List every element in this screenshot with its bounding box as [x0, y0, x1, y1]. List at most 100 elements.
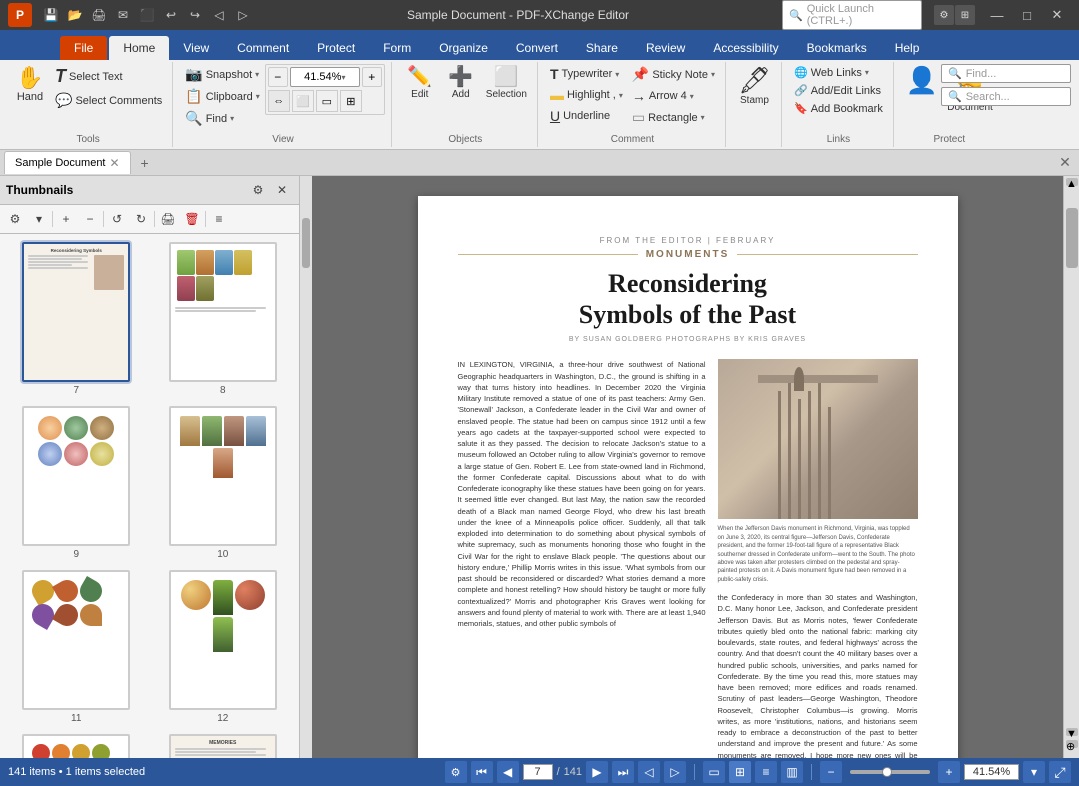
- nav-back-btn[interactable]: ◁: [638, 761, 660, 783]
- left-scrollbar-thumb[interactable]: [302, 218, 310, 268]
- zoom-slider-thumb[interactable]: [882, 767, 892, 777]
- right-scrollbar-track[interactable]: ▲ ▼ ⊕: [1063, 176, 1079, 758]
- select-comments-btn[interactable]: 💬 Select Comments: [51, 90, 166, 111]
- add-edit-links-btn[interactable]: 🔗 Add/Edit Links: [790, 82, 887, 99]
- left-scrollbar-track[interactable]: [300, 176, 312, 758]
- find-input[interactable]: 🔍 Find...: [941, 64, 1071, 83]
- expand-btn[interactable]: ⤢: [1049, 761, 1071, 783]
- pdf-viewport[interactable]: FROM THE EDITOR | FEBRUARY MONUMENTS Rec…: [300, 176, 1063, 758]
- tab-home[interactable]: Home: [109, 36, 169, 60]
- thumb-rotate-ccw-btn[interactable]: ↺: [106, 208, 128, 230]
- zoom-input-display[interactable]: 41.54%▾: [290, 67, 360, 87]
- selection-btn[interactable]: ⬜ Selection: [482, 64, 531, 103]
- new-tab-btn[interactable]: +: [135, 153, 155, 173]
- scroll-up-arrow[interactable]: ▲: [1066, 178, 1078, 186]
- tab-share[interactable]: Share: [572, 36, 632, 60]
- thumb-zoom-out-btn[interactable]: −: [79, 208, 101, 230]
- close-all-tabs-btn[interactable]: ✕: [1055, 153, 1075, 173]
- zoom-dd-btn[interactable]: ▾: [1023, 761, 1045, 783]
- find-btn[interactable]: 🔍 Find ▾: [181, 108, 264, 129]
- zoom-in-btn[interactable]: +: [362, 67, 382, 87]
- page-number-input[interactable]: [523, 764, 553, 780]
- thumb-page-13[interactable]: 13: [8, 734, 145, 758]
- tab-file[interactable]: File: [60, 36, 107, 60]
- open-quick-btn[interactable]: 📂: [64, 4, 86, 26]
- scroll-down-arrow[interactable]: ▼: [1066, 728, 1078, 736]
- tab-form[interactable]: Form: [369, 36, 425, 60]
- stamp-btn[interactable]: 🖋 Stamp: [734, 64, 775, 134]
- thumb-rotate-cw-btn[interactable]: ↻: [130, 208, 152, 230]
- convert-quick-btn[interactable]: ⬛: [136, 4, 158, 26]
- tab-help[interactable]: Help: [881, 36, 934, 60]
- fit-page-btn[interactable]: ⬜: [292, 90, 314, 112]
- maximize-btn[interactable]: □: [1013, 4, 1041, 26]
- zoom-slider[interactable]: [850, 770, 930, 774]
- zoom-in-status-btn[interactable]: +: [938, 761, 960, 783]
- clipboard-btn[interactable]: 📋 Clipboard ▾: [181, 86, 264, 107]
- minimize-btn[interactable]: —: [983, 4, 1011, 26]
- arrow-btn[interactable]: → Arrow 4 ▾: [628, 86, 719, 106]
- app-settings-btn[interactable]: ⚙: [934, 5, 954, 25]
- close-btn[interactable]: ✕: [1043, 4, 1071, 26]
- tab-review[interactable]: Review: [632, 36, 699, 60]
- highlight-btn[interactable]: ▬ Highlight , ▾: [546, 85, 627, 105]
- tab-convert[interactable]: Convert: [502, 36, 572, 60]
- layout-btn[interactable]: ⊞: [955, 5, 975, 25]
- thumb-more-btn[interactable]: ≡: [208, 208, 230, 230]
- thumb-page-10[interactable]: 10: [155, 406, 292, 560]
- nav-prev-btn[interactable]: ◀: [497, 761, 519, 783]
- snapshot-btn[interactable]: 📷 Snapshot ▾: [181, 64, 264, 85]
- edit-btn[interactable]: ✏️ Edit: [400, 64, 440, 103]
- view-double-btn[interactable]: ⊞: [729, 761, 751, 783]
- view-single-btn[interactable]: ▭: [703, 761, 725, 783]
- tab-organize[interactable]: Organize: [425, 36, 502, 60]
- web-links-btn[interactable]: 🌐 Web Links ▾: [790, 64, 887, 81]
- tab-view[interactable]: View: [169, 36, 223, 60]
- thumbpanel-options-btn[interactable]: ⚙: [247, 179, 269, 201]
- doc-tab-sample[interactable]: Sample Document ✕: [4, 151, 131, 174]
- back-nav-btn[interactable]: ◁: [208, 4, 230, 26]
- thumb-dd-btn[interactable]: ▾: [28, 208, 50, 230]
- search-input[interactable]: 🔍 Search...: [941, 87, 1071, 106]
- typewriter-btn[interactable]: T Typewriter ▾: [546, 64, 627, 84]
- email-quick-btn[interactable]: ✉: [112, 4, 134, 26]
- print-quick-btn[interactable]: 🖨: [88, 4, 110, 26]
- thumb-delete-btn[interactable]: 🗑: [181, 208, 203, 230]
- doc-tab-close[interactable]: ✕: [110, 156, 120, 170]
- thumb-zoom-in-btn[interactable]: +: [55, 208, 77, 230]
- thumb-page-9[interactable]: 9: [8, 406, 145, 560]
- zoom-out-status-btn[interactable]: −: [820, 761, 842, 783]
- thumb-page-12[interactable]: 12: [155, 570, 292, 724]
- rectangle-btn[interactable]: ▭ Rectangle ▾: [628, 107, 719, 128]
- add-bookmark-btn[interactable]: 🔖 Add Bookmark: [790, 100, 887, 117]
- tab-bookmarks[interactable]: Bookmarks: [793, 36, 881, 60]
- tab-comment[interactable]: Comment: [223, 36, 303, 60]
- nav-settings-btn[interactable]: ⚙: [445, 761, 467, 783]
- thumb-print-btn[interactable]: 🖨: [157, 208, 179, 230]
- save-quick-btn[interactable]: 💾: [40, 4, 62, 26]
- tab-accessibility[interactable]: Accessibility: [699, 36, 792, 60]
- zoom-level-input[interactable]: [964, 764, 1019, 780]
- thumb-page-11[interactable]: 11: [8, 570, 145, 724]
- select-text-btn[interactable]: T Select Text: [51, 64, 166, 89]
- nav-last-btn[interactable]: ⏭: [612, 761, 634, 783]
- nav-first-btn[interactable]: ⏮: [471, 761, 493, 783]
- single-page-btn[interactable]: ▭: [316, 90, 338, 112]
- stickynote-btn[interactable]: 📌 Sticky Note ▾: [628, 64, 719, 85]
- hand-tool-btn[interactable]: ✋ Hand: [10, 64, 50, 134]
- identity-btn[interactable]: 👤: [902, 64, 942, 134]
- zoom-out-btn[interactable]: −: [268, 67, 288, 87]
- double-page-btn[interactable]: ⊞: [340, 90, 362, 112]
- quick-launch-search[interactable]: 🔍 Quick Launch (CTRL+.): [782, 0, 922, 30]
- fit-width-btn[interactable]: ⇔: [268, 90, 290, 112]
- thumb-page-14[interactable]: MEMORIES 14: [155, 734, 292, 758]
- fwd-nav-btn[interactable]: ▷: [232, 4, 254, 26]
- view-scroll-btn[interactable]: ≡: [755, 761, 777, 783]
- view-facing-btn[interactable]: ▥: [781, 761, 803, 783]
- redo-btn[interactable]: ↪: [184, 4, 206, 26]
- nav-fwd-btn[interactable]: ▷: [664, 761, 686, 783]
- undo-btn[interactable]: ↩: [160, 4, 182, 26]
- thumb-page-8[interactable]: 8: [155, 242, 292, 396]
- tab-protect[interactable]: Protect: [303, 36, 369, 60]
- nav-next-btn[interactable]: ▶: [586, 761, 608, 783]
